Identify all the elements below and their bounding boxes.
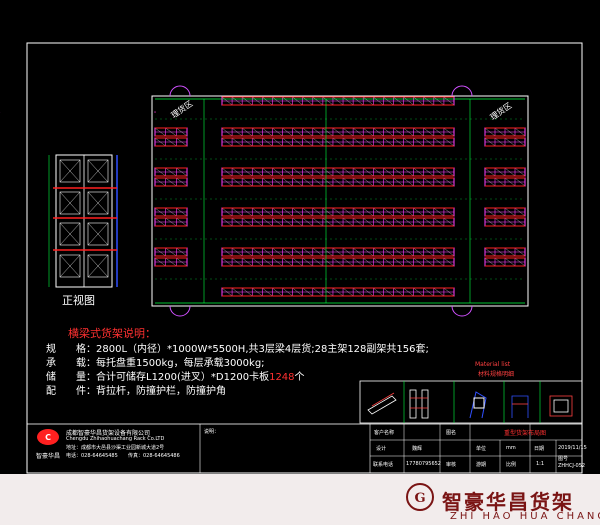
spec-text: 背拉杆，防撞护栏，防撞护角 (96, 386, 226, 397)
rack-row-bottom (221, 287, 455, 297)
tb-r3-c1: 联系电话 (373, 462, 394, 468)
rack-left-a-1 (154, 167, 188, 177)
company-address: 地址：成都市大邑县沙渠工业园新城大道2号 (66, 445, 165, 451)
material-guard-sketch (511, 395, 529, 418)
rack-right-a-3 (484, 247, 526, 257)
spec-line-accessories: 配 件：背拉杆，防撞护栏，防撞护角 (46, 382, 226, 397)
rack-right-b-3 (484, 257, 526, 267)
spec-label: 配 件： (46, 386, 96, 397)
banner-subtitle: ZHI HAO HUA CHANG S (450, 511, 600, 522)
rack-left-b-0 (154, 137, 188, 147)
materials-subtitle: 材料规格明细 (478, 371, 515, 378)
tb-r3-c3: 审核 (446, 462, 457, 468)
rack-layout (0, 96, 526, 303)
svg-text:C: C (45, 433, 51, 442)
rack-left-a-2 (154, 207, 188, 217)
spec-line-spec: 规 格：2800L（内径）*1000W*5500H,共3层梁4层货;28主架12… (46, 340, 429, 355)
tb-r3-c5: 比例 (506, 462, 517, 468)
tb-r3-c4: 游期 (476, 462, 487, 468)
tb-r2-c5: mm (506, 445, 516, 451)
rack-mid-b-2 (221, 217, 455, 227)
material-upright-sketch (409, 389, 429, 419)
spec-line-load: 承 载：每托盘重1500kg，每层承载3000kg; (46, 354, 265, 369)
storage-unit: 个 (294, 372, 305, 383)
tb-r2-c4: 单位 (476, 446, 487, 452)
spec-line-storage: 储 量：合计可储存L1200(进叉）*D1200卡板1248个 (46, 368, 305, 383)
titleblock-note-label: 说明： (204, 429, 220, 435)
rack-left-b-3 (154, 257, 188, 267)
rack-left-b-1 (154, 177, 188, 187)
rack-right-b-2 (484, 217, 526, 227)
material-beam-sketch (367, 392, 397, 415)
door-top-right (451, 85, 473, 97)
rack-left-b-2 (154, 217, 188, 227)
rack-mid-b-3 (221, 257, 455, 267)
tb-r3-c7: 图号 (558, 456, 569, 462)
spec-title: 横梁式货架说明： (68, 327, 156, 340)
company-fax: 传真：028-64645486 (128, 453, 180, 459)
tb-r3-c8: ZHHCJ-052 (558, 463, 586, 469)
rack-mid-a-0 (221, 127, 455, 137)
door-bottom-right (451, 305, 473, 317)
tb-r2-c1: 设计 (376, 446, 387, 452)
front-view-drawing (48, 154, 118, 288)
material-brace-sketch (469, 391, 487, 419)
rack-mid-b-1 (221, 177, 455, 187)
tb-r3-c2: 17780795652 (406, 461, 441, 467)
tb-r2-c7: 2019/11/15 (558, 445, 587, 451)
tb-r3-c6: 1:1 (536, 461, 545, 467)
tb-r1-c3: 图名 (446, 430, 457, 436)
rack-mid-b-0 (221, 137, 455, 147)
rack-left-a-3 (154, 247, 188, 257)
tb-drawing-name: 重型货架布局图 (504, 430, 547, 437)
tb-r2-c6: 日期 (534, 446, 545, 452)
rack-mid-a-2 (221, 207, 455, 217)
rack-right-a-0 (484, 127, 526, 137)
tb-r2-c2: 魏辉 (412, 446, 423, 452)
door-bottom-left (169, 305, 191, 317)
company-logo-text: 智豪华昌 (36, 453, 61, 460)
rack-right-b-1 (484, 177, 526, 187)
rack-mid-a-3 (221, 247, 455, 257)
material-corner-sketch (549, 395, 573, 417)
company-name-en: Chengdu Zhihaohuachang Rack Co.LTD (66, 436, 165, 442)
materials-title: Material list (475, 361, 511, 368)
rack-left-a-0 (154, 127, 188, 137)
company-tel: 电话：028-64645485 (66, 453, 118, 459)
rack-right-b-0 (484, 137, 526, 147)
front-view-label: 正视图 (62, 294, 95, 307)
rack-right-a-1 (484, 167, 526, 177)
storage-count: 1248 (269, 372, 295, 383)
door-top-left (169, 85, 191, 97)
tb-r1-c1: 客户名称 (374, 430, 395, 436)
rack-mid-a-1 (221, 167, 455, 177)
rack-row-top (221, 96, 455, 106)
company-logo-icon: C (37, 429, 59, 445)
rack-right-a-2 (484, 207, 526, 217)
svg-text:G: G (414, 491, 425, 506)
